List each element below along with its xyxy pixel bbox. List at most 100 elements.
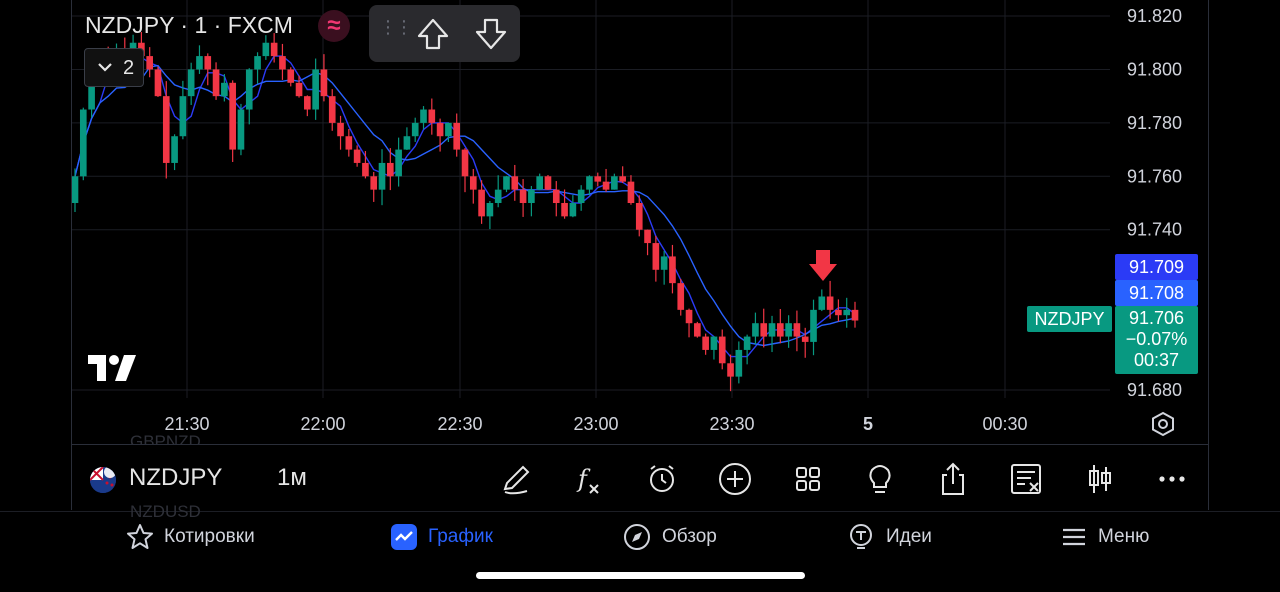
arrow-down-icon xyxy=(475,18,507,50)
draw-tool-button[interactable] xyxy=(497,459,537,499)
price-tick-label: 91.780 xyxy=(1127,113,1182,133)
share-button[interactable] xyxy=(933,459,973,499)
star-icon xyxy=(127,524,153,549)
chart-settings-button[interactable] xyxy=(1150,411,1176,442)
indicator-badge-icon[interactable]: ≈ xyxy=(318,10,350,42)
nav-menu[interactable]: Меню xyxy=(1060,521,1149,553)
time-tick-label: 5 xyxy=(863,414,873,434)
candle-body xyxy=(204,56,212,70)
candle-body xyxy=(320,69,328,97)
candle-body xyxy=(627,181,635,204)
settings-hexagon-icon xyxy=(1152,411,1174,437)
candle-body xyxy=(743,336,751,350)
candle-body xyxy=(619,176,626,182)
indicators-button[interactable]: f xyxy=(570,459,610,499)
more-button[interactable] xyxy=(1152,459,1192,499)
candle-body xyxy=(494,189,502,204)
time-tick-label: 22:30 xyxy=(437,414,482,434)
nav-ideas[interactable]: Идеи xyxy=(846,521,932,553)
candle-body xyxy=(254,56,261,70)
alert-button[interactable] xyxy=(642,459,682,499)
candle-body xyxy=(669,256,676,284)
toolbar-symbol[interactable]: NZDJPY xyxy=(129,464,222,492)
arrow-up-button[interactable] xyxy=(413,15,453,53)
candle-body xyxy=(79,109,87,177)
remove-drawings-button[interactable] xyxy=(1006,459,1046,499)
function-fx-icon: f xyxy=(576,465,599,494)
nz-flag-icon xyxy=(90,467,116,493)
grid-layout-icon xyxy=(796,467,820,491)
candle-body xyxy=(411,122,419,137)
nav-quotes[interactable]: Котировки xyxy=(126,521,255,553)
add-button[interactable] xyxy=(715,459,755,499)
candle-body xyxy=(478,189,485,217)
nav-overview[interactable]: Обзор xyxy=(622,521,717,553)
ideas-button[interactable] xyxy=(860,459,900,499)
chart-type-button[interactable] xyxy=(1080,459,1120,499)
candle-body xyxy=(353,149,361,163)
order-arrows-panel: ⋮⋮ xyxy=(369,5,520,62)
bottom-navigation: Котировки График Обзор Идеи Меню xyxy=(0,511,1280,592)
candle-body xyxy=(221,82,228,97)
nav-chart[interactable]: График xyxy=(390,521,493,553)
candle-body xyxy=(544,176,552,190)
candle-body xyxy=(295,82,303,97)
sell-arrow-icon xyxy=(809,250,837,281)
candle-body xyxy=(702,336,709,350)
nav-overview-label: Обзор xyxy=(662,526,717,547)
ma-slow-line xyxy=(74,64,856,347)
chart-toolbar: NZDJPY 1м f xyxy=(72,444,1208,511)
toolbar-interval[interactable]: 1м xyxy=(277,464,307,492)
candle-body xyxy=(503,176,510,190)
candle-body xyxy=(511,176,519,190)
last-price-tag: 91.706 −0.07% 00:37 xyxy=(1115,306,1198,374)
candle-body xyxy=(453,122,461,150)
price-tick-label: 91.740 xyxy=(1127,220,1182,240)
candle-body xyxy=(436,122,444,137)
candle-body xyxy=(577,189,585,204)
time-tick-label: 22:00 xyxy=(300,414,345,434)
svg-text:f: f xyxy=(576,465,591,493)
drag-handle-icon[interactable]: ⋮⋮ xyxy=(379,18,413,36)
candle-body xyxy=(378,162,386,190)
arrow-down-button[interactable] xyxy=(471,15,511,53)
nav-menu-label: Меню xyxy=(1098,526,1150,547)
home-indicator[interactable] xyxy=(476,572,805,579)
price-scale-border xyxy=(1208,0,1209,510)
candle-body xyxy=(694,323,701,337)
pen-icon xyxy=(503,465,530,495)
ideas-icon xyxy=(850,524,872,549)
layout-button[interactable] xyxy=(788,459,828,499)
price-tick-label: 91.800 xyxy=(1127,59,1182,79)
symbol-price-label: NZDJPY xyxy=(1027,306,1112,332)
candle-body xyxy=(519,189,527,204)
time-tick-label: 00:30 xyxy=(982,414,1027,434)
plus-circle-icon xyxy=(719,463,751,495)
candle-body xyxy=(718,336,726,364)
nav-ideas-label: Идеи xyxy=(886,526,932,547)
candle-body xyxy=(785,323,792,337)
collapse-indicators-button[interactable]: 2 xyxy=(84,48,144,87)
candle-body xyxy=(461,149,469,177)
candle-body xyxy=(196,56,203,70)
candle-body xyxy=(328,96,336,123)
alarm-clock-icon xyxy=(650,465,674,492)
chart-symbol-title[interactable]: NZDJPY · 1 · FXCM xyxy=(85,12,293,39)
candle-body xyxy=(594,176,602,182)
time-tick-label: 23:00 xyxy=(573,414,618,434)
ma-fast-line xyxy=(74,55,856,358)
candle-body xyxy=(801,336,809,342)
candle-body xyxy=(345,136,353,150)
candle-body xyxy=(735,349,743,377)
moving-averages xyxy=(74,55,856,358)
price-chart[interactable]: 91.820 91.800 91.780 91.760 91.740 91.680 21:… xyxy=(0,0,1280,444)
candle-body xyxy=(337,122,344,137)
candle-body xyxy=(146,56,153,70)
candle-body xyxy=(810,309,817,342)
last-price: 91.706 xyxy=(1128,308,1185,328)
watchlist-ghost-row-2: NZDUSD xyxy=(130,502,201,521)
candle-body xyxy=(851,309,859,321)
candle-body xyxy=(370,176,378,190)
bar-countdown: 00:37 xyxy=(1133,350,1180,370)
chart-left-border xyxy=(71,0,72,510)
